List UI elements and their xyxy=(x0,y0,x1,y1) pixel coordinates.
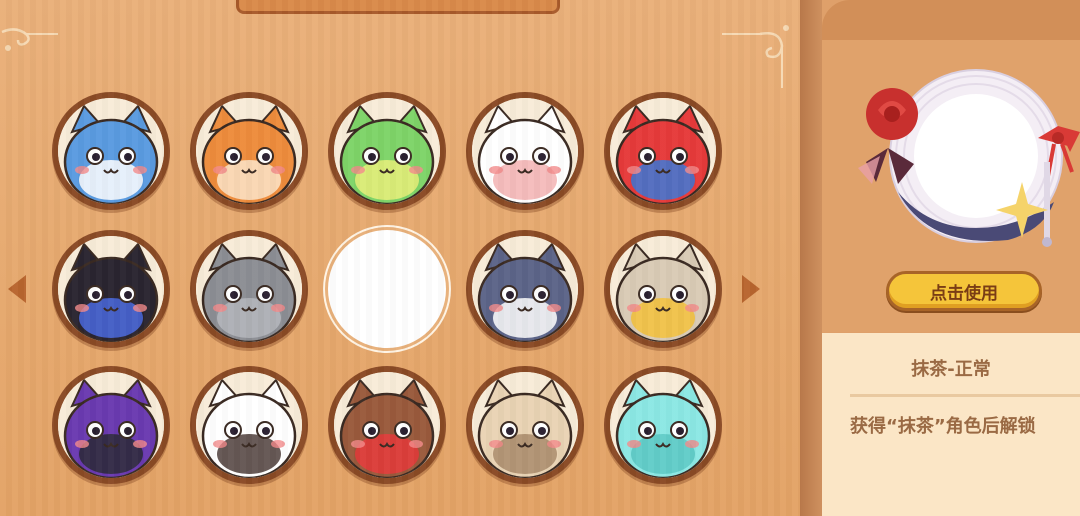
avatar-slot-gray-cat[interactable] xyxy=(190,230,308,348)
robot-cyan-cat-icon xyxy=(610,372,716,478)
penguin-cat-icon xyxy=(472,236,578,342)
tabby-cat-icon xyxy=(472,372,578,478)
cheese-helmet-cat-icon xyxy=(610,236,716,342)
avatar-slot-blue-cat[interactable] xyxy=(52,92,170,210)
avatar-slot-penguin-cat[interactable] xyxy=(466,230,584,348)
use-button[interactable]: 点击使用 xyxy=(886,271,1042,311)
reindeer-cat-icon xyxy=(334,372,440,478)
chevron-left-icon[interactable] xyxy=(6,273,28,305)
orange-owl-cat-icon xyxy=(196,98,302,204)
corner-ornament-right-icon xyxy=(722,25,789,88)
avatar-slot-hooded-ninja-cat[interactable] xyxy=(52,366,170,484)
blue-cat-icon xyxy=(58,98,164,204)
white-calico-cat-icon xyxy=(472,98,578,204)
panda-cat-icon xyxy=(196,372,302,478)
avatar-slot-tabby-cat[interactable] xyxy=(466,366,584,484)
lace-rose-ribbon-frame-icon xyxy=(858,69,1080,247)
top-tab-bar xyxy=(236,0,560,14)
avatar-slot-reindeer-cat[interactable] xyxy=(328,366,446,484)
preview-header xyxy=(822,0,1080,40)
avatar-grid-board xyxy=(0,0,800,516)
clown-cat-icon xyxy=(610,98,716,204)
avatar-slot-white-calico-cat[interactable] xyxy=(466,92,584,210)
info-description: 获得“抹茶”角色后解锁 xyxy=(850,416,1036,437)
avatar-slot-robot-cyan-cat[interactable] xyxy=(604,366,722,484)
info-title: 抹茶-正常 xyxy=(911,359,991,380)
chevron-right-icon[interactable] xyxy=(740,273,762,305)
avatar-slot-cheese-helmet-cat[interactable] xyxy=(604,230,722,348)
black-cat-icon xyxy=(58,236,164,342)
hooded-ninja-cat-icon xyxy=(58,372,164,478)
empty-slot-icon xyxy=(334,236,440,342)
info-panel: 抹茶-正常 获得“抹茶”角色后解锁 xyxy=(822,333,1080,516)
corner-ornament-left-icon xyxy=(1,28,58,51)
info-divider xyxy=(850,394,1080,397)
board-edge xyxy=(800,0,822,516)
avatar-slot-clown-cat[interactable] xyxy=(604,92,722,210)
avatar-slot-panda-cat[interactable] xyxy=(190,366,308,484)
avatar-slot-empty-slot[interactable] xyxy=(328,230,446,348)
avatar-slot-orange-owl-cat[interactable] xyxy=(190,92,308,210)
avatar-slot-black-cat[interactable] xyxy=(52,230,170,348)
green-cat-icon xyxy=(334,98,440,204)
gray-cat-icon xyxy=(196,236,302,342)
avatar-slot-green-cat[interactable] xyxy=(328,92,446,210)
